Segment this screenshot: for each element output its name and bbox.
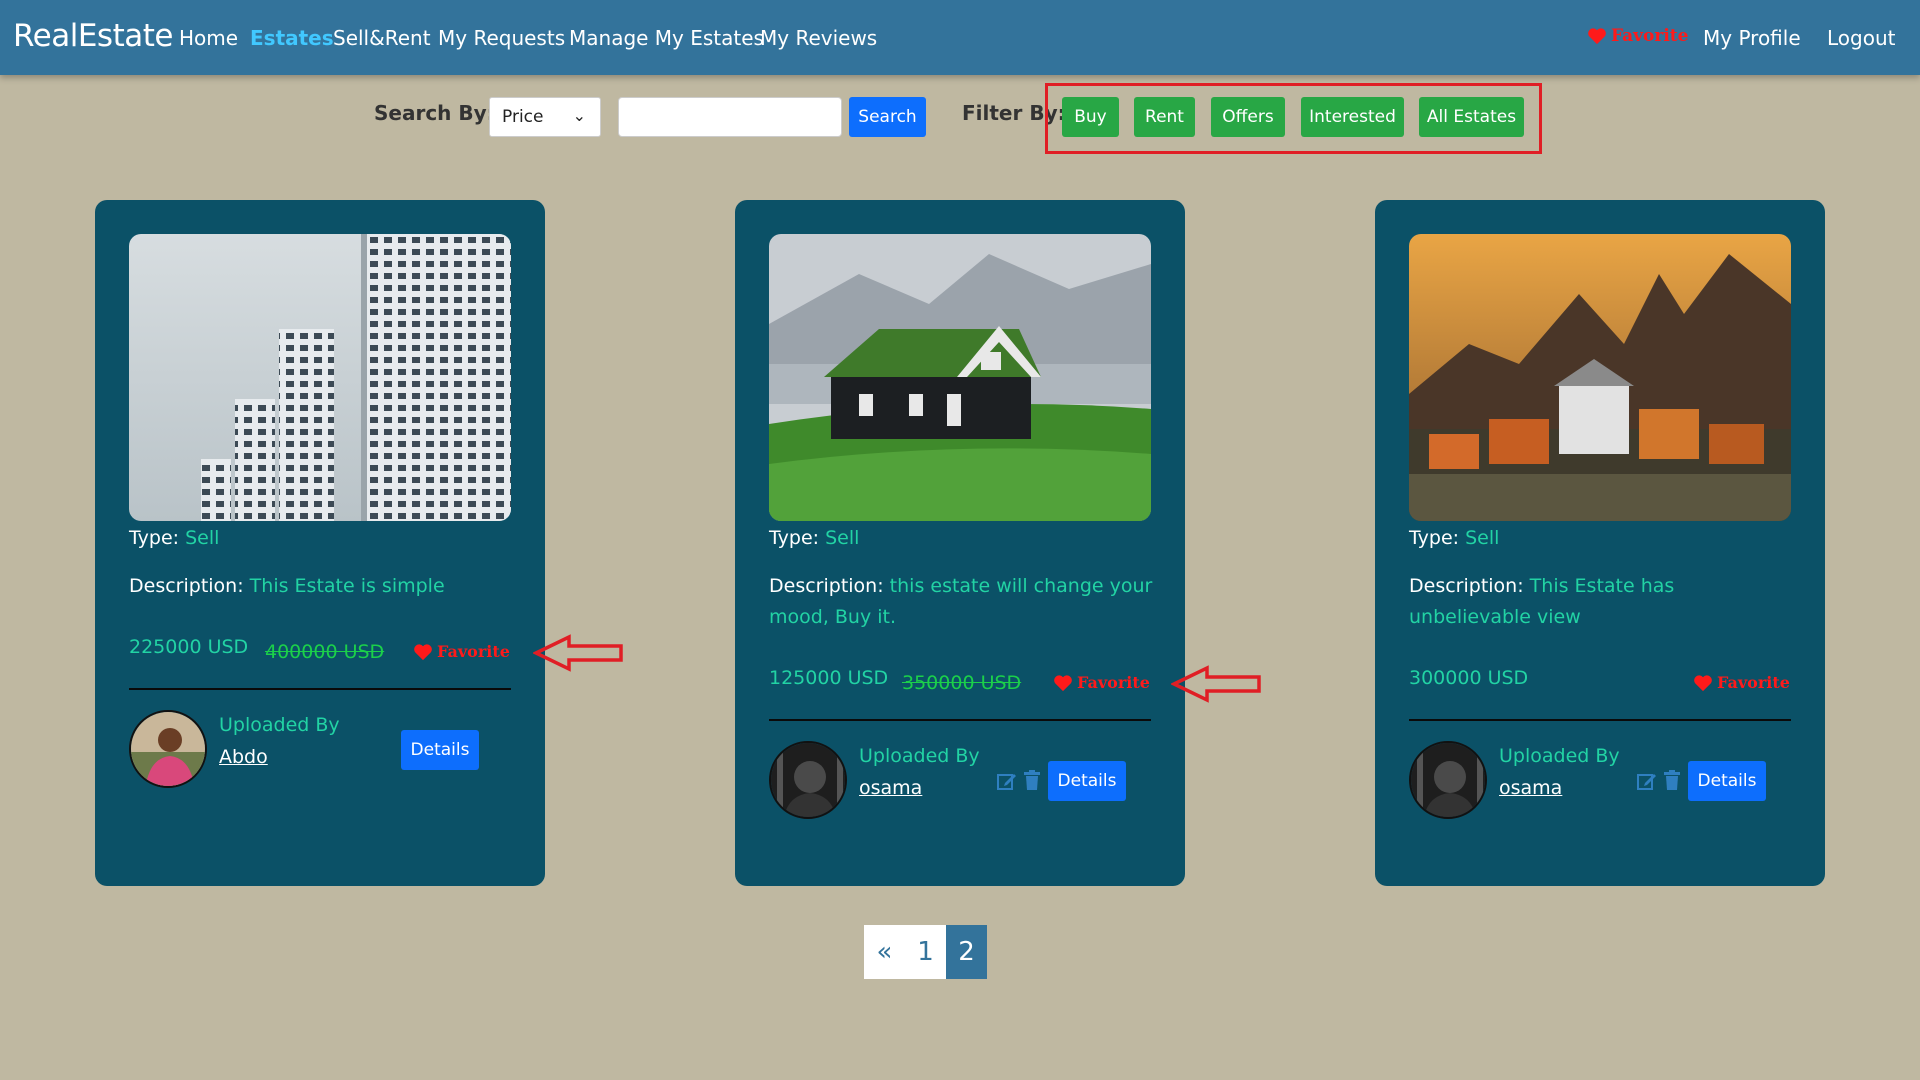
estate-description: Description: This Estate is simple (129, 575, 445, 597)
estate-type: Type: Sell (769, 527, 860, 549)
estate-price: 125000 USD (769, 667, 889, 689)
filter-rent-button[interactable]: Rent (1134, 97, 1195, 137)
search-by-value: Price (502, 107, 544, 127)
estate-type: Type: Sell (129, 527, 220, 549)
uploaded-by-label: Uploaded By (1499, 745, 1620, 767)
estate-card: Type: Sell Description: This Estate is s… (95, 200, 545, 886)
estate-old-price: 350000 USD (902, 672, 1022, 694)
estate-price: 300000 USD (1409, 667, 1529, 689)
annotation-arrow-icon (533, 634, 623, 672)
details-button[interactable]: Details (401, 730, 479, 770)
trash-icon[interactable] (1024, 770, 1040, 790)
annotation-arrow-icon (1171, 665, 1261, 703)
estate-image (1409, 234, 1791, 521)
filter-all-estates-button[interactable]: All Estates (1419, 97, 1524, 137)
favorite-label: Favorite (437, 642, 510, 661)
heart-icon (1054, 674, 1072, 691)
nav-my-profile[interactable]: My Profile (1703, 26, 1801, 50)
search-label: Search By: (374, 101, 495, 125)
nav-estates[interactable]: Estates (250, 26, 334, 50)
filter-interested-button[interactable]: Interested (1301, 97, 1404, 137)
edit-icon[interactable] (1637, 771, 1657, 791)
avatar (769, 741, 847, 819)
page-1-button[interactable]: 1 (905, 925, 946, 979)
uploaded-by-label: Uploaded By (219, 714, 340, 736)
brand-logo[interactable]: RealEstate (13, 18, 173, 54)
favorite-label: Favorite (1077, 673, 1150, 692)
nav-my-requests[interactable]: My Requests (438, 26, 565, 50)
heart-icon (1588, 28, 1606, 45)
nav-sell-rent[interactable]: Sell&Rent (333, 26, 431, 50)
estate-image (129, 234, 511, 521)
search-input[interactable] (618, 97, 842, 137)
favorite-button[interactable]: Favorite (1053, 673, 1150, 692)
estate-card: Type: Sell Description: this estate will… (735, 200, 1185, 886)
uploader-link[interactable]: osama (859, 777, 922, 799)
page-prev-button[interactable]: « (864, 925, 905, 979)
pagination: « 1 2 (864, 925, 987, 979)
estate-price: 225000 USD (129, 636, 249, 658)
heart-icon (1694, 674, 1712, 691)
avatar (129, 710, 207, 788)
details-button[interactable]: Details (1048, 761, 1126, 801)
details-button[interactable]: Details (1688, 761, 1766, 801)
nav-home[interactable]: Home (179, 26, 238, 50)
favorite-button[interactable]: Favorite (1693, 673, 1790, 692)
estate-type: Type: Sell (1409, 527, 1500, 549)
chevron-down-icon: ⌄ (572, 106, 586, 125)
nav-logout[interactable]: Logout (1827, 26, 1895, 50)
estate-description: Description: This Estate has unbelievabl… (1409, 575, 1675, 628)
nav-my-reviews[interactable]: My Reviews (760, 26, 877, 50)
heart-icon (414, 643, 432, 660)
nav-favorite-label: Favorite (1611, 26, 1689, 46)
card-divider (769, 719, 1151, 721)
filter-offers-button[interactable]: Offers (1211, 97, 1285, 137)
estate-card: Type: Sell Description: This Estate has … (1375, 200, 1825, 886)
nav-manage-my-estates[interactable]: Manage My Estates (569, 26, 764, 50)
edit-icon[interactable] (997, 771, 1017, 791)
estate-image (769, 234, 1151, 521)
page-2-button[interactable]: 2 (946, 925, 987, 979)
card-divider (1409, 719, 1791, 721)
navbar: RealEstate Home Estates Sell&Rent My Req… (0, 0, 1920, 75)
estate-old-price: 400000 USD (265, 641, 385, 663)
card-divider (129, 688, 511, 690)
favorite-button[interactable]: Favorite (413, 642, 510, 661)
estate-description: Description: this estate will change you… (769, 575, 1153, 628)
nav-favorite[interactable]: Favorite (1587, 26, 1688, 46)
filter-buy-button[interactable]: Buy (1062, 97, 1119, 137)
uploader-link[interactable]: osama (1499, 777, 1562, 799)
uploaded-by-label: Uploaded By (859, 745, 980, 767)
favorite-label: Favorite (1717, 673, 1790, 692)
search-button[interactable]: Search (849, 97, 926, 137)
search-by-select[interactable]: Price ⌄ (489, 97, 601, 137)
uploader-link[interactable]: Abdo (219, 746, 268, 768)
trash-icon[interactable] (1664, 770, 1680, 790)
avatar (1409, 741, 1487, 819)
